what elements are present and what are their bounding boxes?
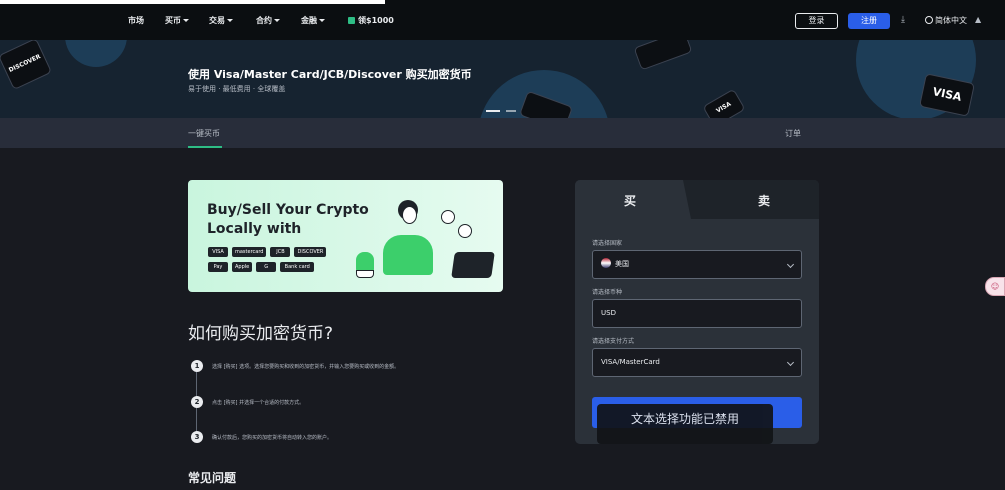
country-label: 请选择国家 [592, 240, 623, 247]
step-text: 确认付款后，您购买的加密货币将自动转入您的账户。 [212, 435, 333, 441]
discover-logo: DISCOVER [294, 247, 327, 257]
pay-logo: Pay [208, 262, 228, 272]
login-button[interactable]: 登录 [795, 13, 838, 29]
step-text: 点击 [购买] 并选择一个合适的付款方式。 [212, 400, 305, 406]
mastercard-logo: mastercard [232, 247, 267, 257]
plant-pot-illustration [356, 270, 374, 278]
how-to-buy-title: 如何购买加密货币? [188, 324, 334, 344]
laptop-illustration [451, 252, 495, 278]
visa-card-image: VISA [702, 88, 746, 118]
hero-decor-circle [65, 40, 127, 67]
step-number: 3 [191, 431, 203, 443]
carousel-dot-active[interactable] [486, 110, 500, 112]
nav-item-futures[interactable]: 合约 [256, 15, 280, 26]
faq-title: 常见问题 [188, 471, 237, 485]
chevron-down-icon [274, 19, 280, 22]
tab-buy[interactable]: 买 [575, 192, 685, 209]
promo-banner: Buy/Sell Your Crypto Locally with VISA m… [188, 180, 503, 292]
jcb-card-image [633, 40, 693, 71]
globe-icon [925, 16, 933, 24]
discover-card-image: DISCOVER [0, 40, 53, 91]
tab-orders[interactable]: 订单 [785, 128, 801, 139]
jcb-logo: JCB [270, 247, 291, 257]
payment-logos-row: VISA mastercard JCB DISCOVER [208, 247, 327, 257]
language-selector[interactable]: 简体中文 [925, 15, 967, 26]
chevron-down-icon [227, 19, 233, 22]
step-number: 2 [191, 396, 203, 408]
tab-sell[interactable]: 卖 [709, 192, 819, 209]
hero-subtitle: 易于使用 · 最低费用 · 全球覆盖 [188, 85, 286, 93]
floating-assistant-icon[interactable]: ☺ [985, 277, 1005, 296]
buy-mode-tabs: 一键买币 订单 [0, 118, 1005, 148]
chevron-down-icon [786, 358, 795, 367]
payment-method-select[interactable]: VISA/MasterCard [592, 348, 802, 377]
gift-icon [348, 17, 355, 24]
notification-icon[interactable]: ▲ [975, 15, 981, 24]
chevron-down-icon [319, 19, 325, 22]
payment-method-label: 请选择支付方式 [592, 338, 635, 345]
currency-input[interactable]: USD [592, 299, 802, 328]
download-icon[interactable]: ⤓ [901, 15, 905, 25]
google-pay-logo: G [256, 262, 277, 272]
step-text: 选择 [购买] 选项。选择您要购买和收到的加密货币，并输入您要购买或收到的金额。 [212, 364, 400, 370]
banner-title: Buy/Sell Your Crypto Locally with [207, 202, 369, 237]
top-nav: 市场 买币 交易 合约 金融 领$1000 登录 注册 ⤓ 简体中文 ▲ [0, 0, 1005, 40]
trade-tabs: 买 卖 [575, 180, 819, 219]
nav-item-trade[interactable]: 交易 [209, 15, 233, 26]
person-illustration [383, 235, 433, 275]
nav-promo[interactable]: 领$1000 [348, 15, 394, 26]
nav-item-market[interactable]: 市场 [128, 15, 144, 26]
selection-disabled-toast: 文本选择功能已禁用 [597, 404, 773, 444]
country-select[interactable]: 美国 [592, 250, 802, 279]
hero-banner: DISCOVER VISA VISA 使用 Visa/Master Card/J… [0, 40, 1005, 118]
step-number: 1 [191, 360, 203, 372]
hero-title: 使用 Visa/Master Card/JCB/Discover 购买加密货币 [188, 68, 472, 81]
active-tab-indicator [188, 146, 222, 148]
coin-icon [441, 210, 455, 224]
plant-illustration [356, 252, 374, 272]
us-flag-icon [601, 258, 611, 268]
visa-logo: VISA [208, 247, 228, 257]
nav-item-buy-crypto[interactable]: 买币 [165, 15, 189, 26]
carousel-dot[interactable] [506, 110, 516, 112]
tab-one-click-buy[interactable]: 一键买币 [188, 128, 220, 139]
currency-label: 请选择币种 [592, 289, 623, 296]
payment-logos-row: Pay Apple G Bank card [208, 262, 315, 272]
apple-pay-logo: Apple [232, 262, 253, 272]
nav-item-finance[interactable]: 金融 [301, 15, 325, 26]
chevron-down-icon [786, 260, 795, 269]
chevron-down-icon [183, 19, 189, 22]
register-button[interactable]: 注册 [848, 13, 890, 29]
coin-icon [458, 224, 472, 238]
address-strip [0, 0, 385, 4]
bank-card-logo: Bank card [280, 262, 315, 272]
person-face-illustration [402, 206, 417, 224]
